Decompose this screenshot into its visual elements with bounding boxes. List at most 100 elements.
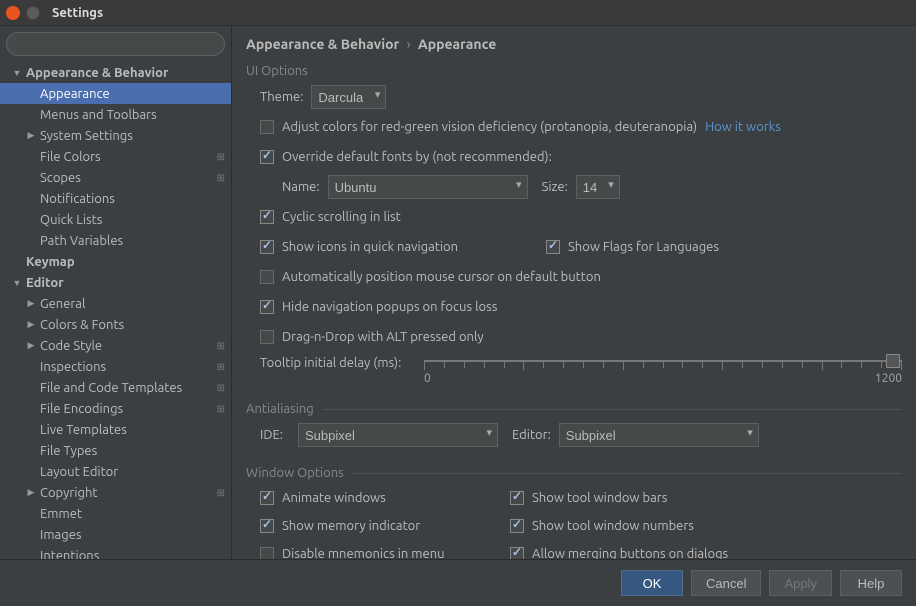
tool-window-bars-label: Show tool window bars bbox=[532, 491, 667, 505]
breadcrumb-current: Appearance bbox=[418, 36, 496, 52]
tree-item-label: General bbox=[40, 297, 85, 311]
tree-item-label: Layout Editor bbox=[40, 465, 118, 479]
tree-item[interactable]: File and Code Templates⊞ bbox=[0, 377, 231, 398]
project-scope-icon: ⊞ bbox=[217, 382, 225, 394]
tree-item[interactable]: File Types bbox=[0, 440, 231, 461]
slider-min: 0 bbox=[424, 372, 431, 385]
expand-arrow-icon[interactable] bbox=[24, 487, 38, 498]
tree-item[interactable]: File Encodings ⊞ bbox=[0, 398, 231, 419]
apply-button[interactable]: Apply bbox=[769, 570, 832, 596]
tree-item-label: File Encodings bbox=[40, 402, 123, 416]
tree-item[interactable]: Appearance bbox=[0, 83, 231, 104]
tree-item-label: Emmet bbox=[40, 507, 82, 521]
merge-buttons-label: Allow merging buttons on dialogs bbox=[532, 547, 728, 559]
window-title: Settings bbox=[52, 6, 103, 20]
aa-ide-select[interactable]: Subpixel bbox=[298, 423, 498, 447]
window-close-icon[interactable] bbox=[6, 6, 20, 20]
slider-handle[interactable] bbox=[886, 354, 900, 368]
expand-arrow-icon[interactable] bbox=[24, 130, 38, 141]
tree-item[interactable]: Path Variables bbox=[0, 230, 231, 251]
ok-button[interactable]: OK bbox=[621, 570, 683, 596]
expand-arrow-icon[interactable] bbox=[24, 319, 38, 330]
quicknav-icons-checkbox[interactable] bbox=[260, 240, 274, 254]
expand-arrow-icon[interactable] bbox=[24, 298, 38, 309]
theme-select[interactable]: Darcula bbox=[311, 85, 386, 109]
tree-item[interactable]: File Colors⊞ bbox=[0, 146, 231, 167]
hide-popups-checkbox[interactable] bbox=[260, 300, 274, 314]
font-size-label: Size: bbox=[542, 180, 568, 194]
help-button[interactable]: Help bbox=[840, 570, 902, 596]
antialiasing-header: Antialiasing bbox=[246, 402, 314, 416]
tree-item[interactable]: Editor bbox=[0, 272, 231, 293]
auto-cursor-label: Automatically position mouse cursor on d… bbox=[282, 270, 601, 284]
tree-item[interactable]: Keymap bbox=[0, 251, 231, 272]
titlebar: Settings bbox=[0, 0, 916, 26]
tree-item[interactable]: Copyright⊞ bbox=[0, 482, 231, 503]
breadcrumb-parent: Appearance & Behavior bbox=[246, 36, 399, 52]
tree-item[interactable]: Images bbox=[0, 524, 231, 545]
aa-editor-select[interactable]: Subpixel bbox=[559, 423, 759, 447]
tree-item-label: Inspections bbox=[40, 360, 106, 374]
project-scope-icon: ⊞ bbox=[217, 403, 225, 415]
tool-window-bars-checkbox[interactable] bbox=[510, 491, 524, 505]
tree-item-label: File Types bbox=[40, 444, 97, 458]
memory-indicator-checkbox[interactable] bbox=[260, 519, 274, 533]
font-name-select[interactable]: Ubuntu bbox=[328, 175, 528, 199]
how-it-works-link[interactable]: How it works bbox=[705, 120, 781, 134]
slider-max: 1200 bbox=[875, 372, 902, 385]
tool-window-numbers-checkbox[interactable] bbox=[510, 519, 524, 533]
tree-item-label: Appearance bbox=[40, 87, 110, 101]
tree-item[interactable]: Emmet bbox=[0, 503, 231, 524]
tree-item[interactable]: Notifications bbox=[0, 188, 231, 209]
tooltip-delay-label: Tooltip initial delay (ms): bbox=[260, 354, 410, 370]
show-flags-label: Show Flags for Languages bbox=[568, 240, 719, 254]
tree-item[interactable]: Live Templates bbox=[0, 419, 231, 440]
tree-item[interactable]: Intentions bbox=[0, 545, 231, 559]
tree-item[interactable]: Layout Editor bbox=[0, 461, 231, 482]
show-flags-checkbox[interactable] bbox=[546, 240, 560, 254]
dragndrop-alt-checkbox[interactable] bbox=[260, 330, 274, 344]
tree-item[interactable]: System Settings bbox=[0, 125, 231, 146]
settings-tree[interactable]: Appearance & Behavior Appearance Menus and… bbox=[0, 62, 231, 559]
merge-buttons-checkbox[interactable] bbox=[510, 547, 524, 559]
tree-item[interactable]: Appearance & Behavior bbox=[0, 62, 231, 83]
override-fonts-label: Override default fonts by (not recommend… bbox=[282, 150, 552, 164]
cyclic-scroll-label: Cyclic scrolling in list bbox=[282, 210, 401, 224]
expand-arrow-icon[interactable] bbox=[24, 340, 38, 351]
tree-item[interactable]: Inspections⊞ bbox=[0, 356, 231, 377]
animate-windows-checkbox[interactable] bbox=[260, 491, 274, 505]
memory-indicator-label: Show memory indicator bbox=[282, 519, 420, 533]
adjust-colors-checkbox[interactable] bbox=[260, 120, 274, 134]
tree-item[interactable]: Colors & Fonts bbox=[0, 314, 231, 335]
disable-mnemonics-menu-label: Disable mnemonics in menu bbox=[282, 547, 445, 559]
tree-item-label: System Settings bbox=[40, 129, 133, 143]
tree-item[interactable]: General bbox=[0, 293, 231, 314]
disable-mnemonics-menu-checkbox[interactable] bbox=[260, 547, 274, 559]
cancel-button[interactable]: Cancel bbox=[691, 570, 761, 596]
settings-search-input[interactable] bbox=[6, 32, 225, 56]
tree-item[interactable]: Code Style⊞ bbox=[0, 335, 231, 356]
tree-item[interactable]: Quick Lists bbox=[0, 209, 231, 230]
tree-item-label: Path Variables bbox=[40, 234, 123, 248]
tree-item[interactable]: Scopes⊞ bbox=[0, 167, 231, 188]
project-scope-icon: ⊞ bbox=[217, 340, 225, 352]
project-scope-icon: ⊞ bbox=[217, 487, 225, 499]
dialog-footer: OK Cancel Apply Help bbox=[0, 559, 916, 606]
tree-item-label: Notifications bbox=[40, 192, 115, 206]
window-min-icon[interactable] bbox=[26, 6, 40, 20]
tree-item[interactable]: Menus and Toolbars bbox=[0, 104, 231, 125]
ui-options-header: UI Options bbox=[232, 64, 916, 84]
font-name-label: Name: bbox=[282, 180, 320, 194]
tooltip-delay-slider[interactable]: 0 1200 bbox=[424, 356, 902, 388]
auto-cursor-checkbox[interactable] bbox=[260, 270, 274, 284]
font-size-select[interactable]: 14 bbox=[576, 175, 620, 199]
tree-item-label: Intentions bbox=[40, 549, 99, 560]
expand-arrow-icon[interactable] bbox=[10, 68, 24, 78]
aa-ide-label: IDE: bbox=[260, 428, 290, 442]
adjust-colors-label: Adjust colors for red-green vision defic… bbox=[282, 120, 697, 134]
cyclic-scroll-checkbox[interactable] bbox=[260, 210, 274, 224]
tree-item-label: Colors & Fonts bbox=[40, 318, 124, 332]
expand-arrow-icon[interactable] bbox=[10, 278, 24, 288]
override-fonts-checkbox[interactable] bbox=[260, 150, 274, 164]
tree-item-label: Quick Lists bbox=[40, 213, 102, 227]
